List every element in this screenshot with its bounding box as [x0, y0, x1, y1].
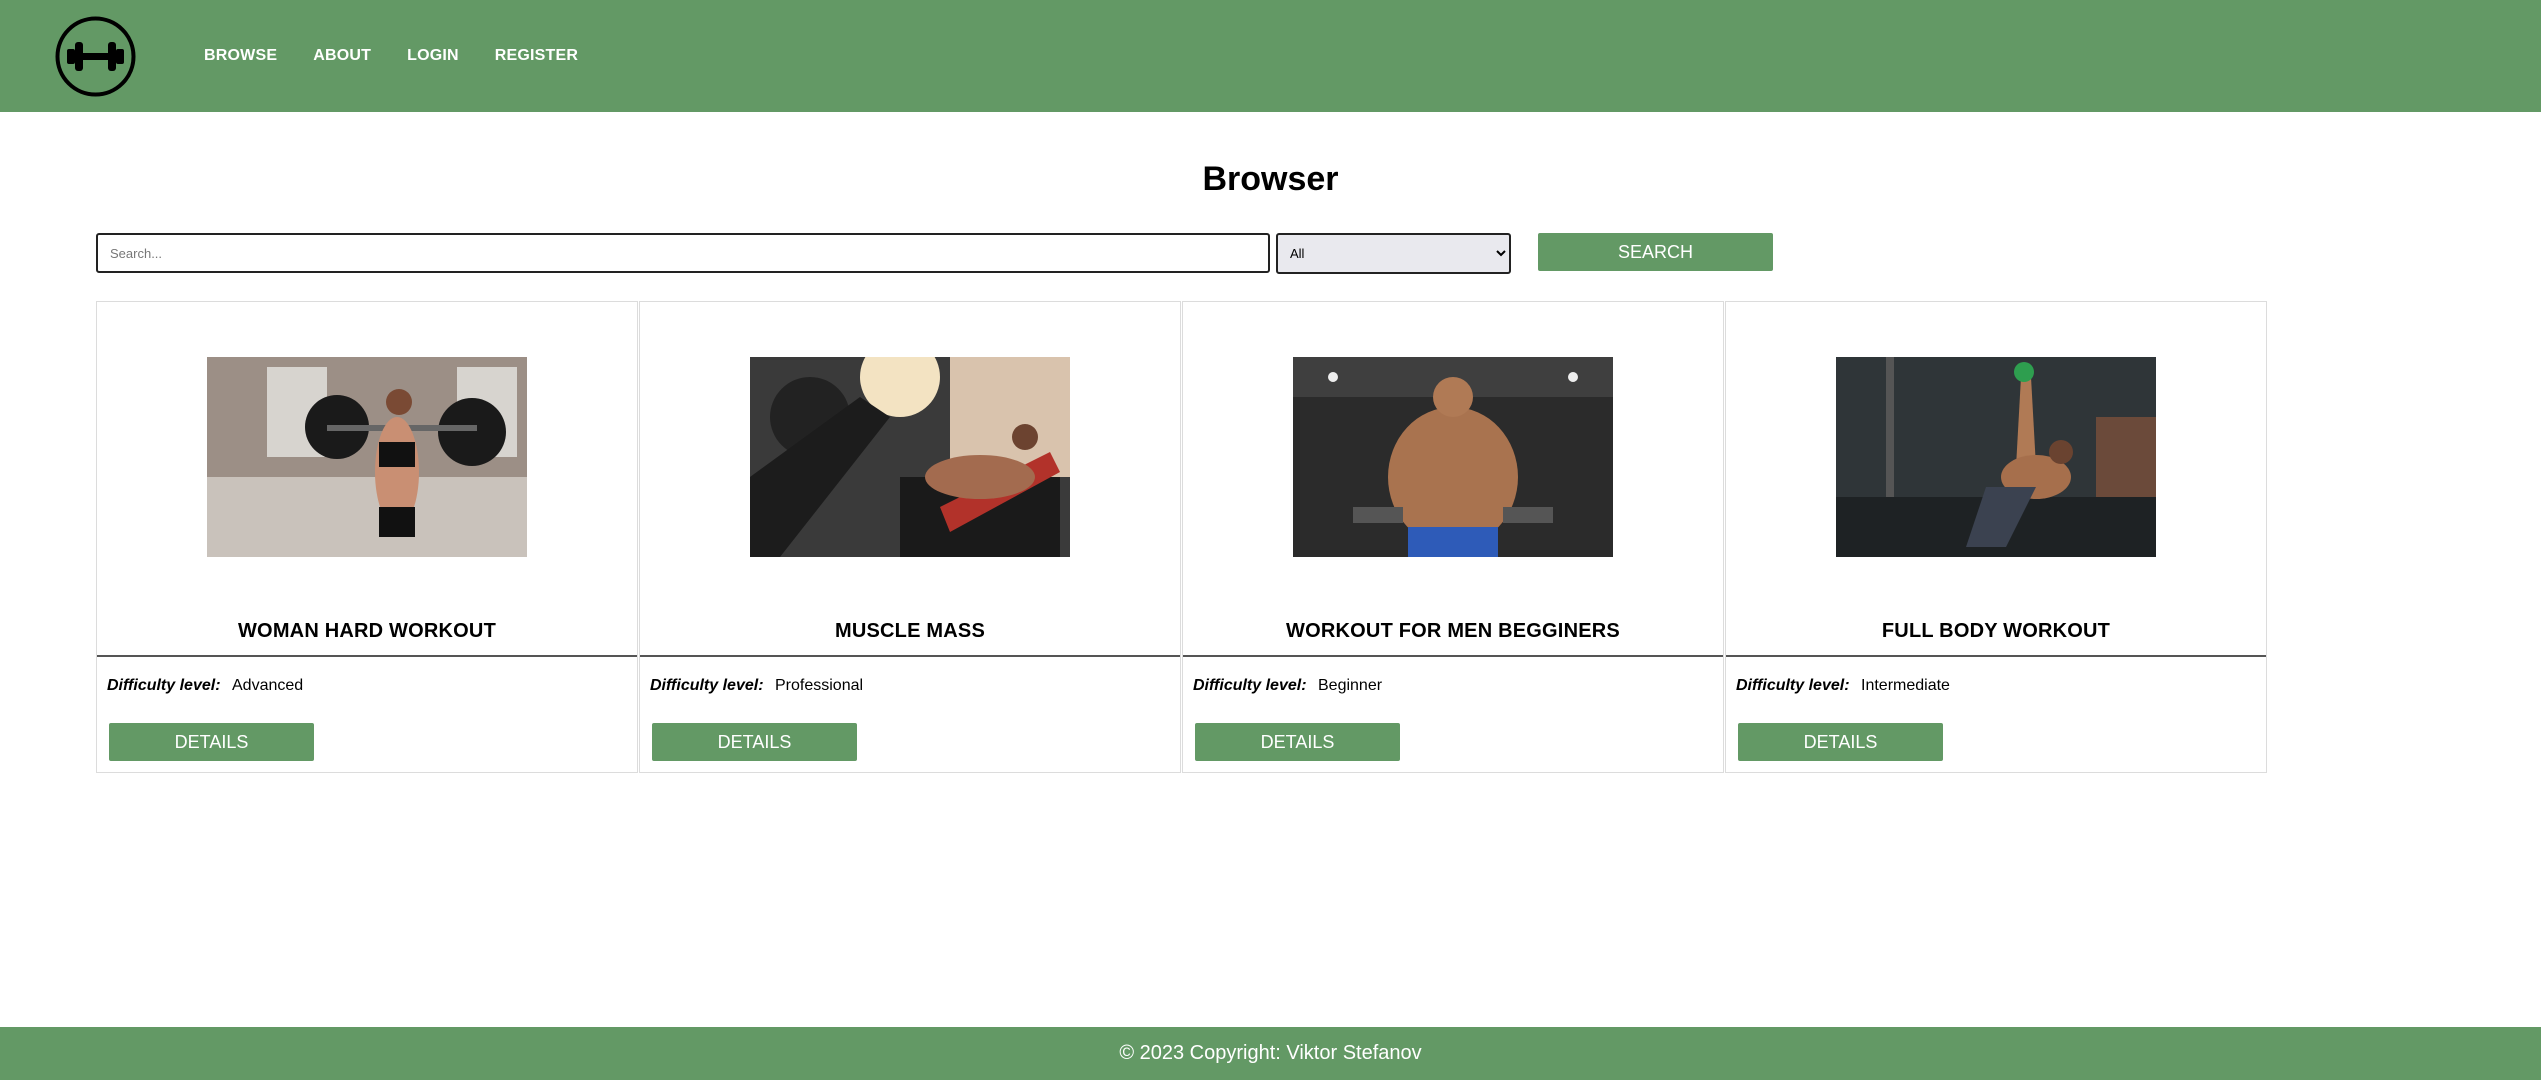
page-title: Browser [1202, 160, 1339, 198]
difficulty-value: Intermediate [1861, 677, 1950, 694]
footer-copyright: © 2023 Copyright: Viktor Stefanov [1119, 1042, 1422, 1064]
nav-login-link[interactable]: LOGIN [407, 47, 459, 65]
workout-image [1293, 357, 1613, 557]
card-title: FULL BODY WORKOUT [1881, 620, 2111, 642]
main-nav: BROWSE ABOUT LOGIN REGISTER [204, 0, 614, 112]
card-title: WORKOUT FOR MEN BEGGINERS [1286, 620, 1620, 642]
details-button[interactable]: DETAILS [652, 723, 857, 761]
workout-image [750, 357, 1070, 557]
difficulty-filter-select[interactable]: All [1276, 233, 1511, 274]
nav-about-link[interactable]: ABOUT [313, 47, 371, 65]
nav-register-link[interactable]: REGISTER [495, 47, 578, 65]
workout-image [1836, 357, 2156, 557]
workout-card: MUSCLE MASS Difficulty level: Profession… [639, 301, 1181, 773]
difficulty-label: Difficulty level: [1736, 677, 1850, 694]
dumbbell-icon[interactable] [55, 16, 136, 97]
workout-card: WORKOUT FOR MEN BEGGINERS Difficulty lev… [1182, 301, 1724, 773]
difficulty-value: Beginner [1318, 677, 1383, 694]
card-divider [640, 655, 1180, 657]
difficulty-value: Advanced [232, 677, 304, 694]
difficulty-label: Difficulty level: [650, 677, 764, 694]
difficulty-label: Difficulty level: [107, 677, 221, 694]
details-button[interactable]: DETAILS [1195, 723, 1400, 761]
search-button[interactable]: SEARCH [1538, 233, 1773, 271]
difficulty-label: Difficulty level: [1193, 677, 1307, 694]
footer: © 2023 Copyright: Viktor Stefanov [0, 1027, 2541, 1080]
workout-card: WOMAN HARD WORKOUT Difficulty level: Adv… [96, 301, 638, 773]
card-divider [97, 655, 637, 657]
workout-card-list: WOMAN HARD WORKOUT Difficulty level: Adv… [96, 301, 2268, 773]
nav-browse-link[interactable]: BROWSE [204, 47, 277, 65]
card-divider [1183, 655, 1723, 657]
workout-image [207, 357, 527, 557]
search-input[interactable] [96, 233, 1270, 273]
workout-card: FULL BODY WORKOUT Difficulty level: Inte… [1725, 301, 2267, 773]
top-navbar: BROWSE ABOUT LOGIN REGISTER [0, 0, 2541, 112]
card-title: WOMAN HARD WORKOUT [237, 620, 496, 642]
details-button[interactable]: DETAILS [109, 723, 314, 761]
card-divider [1726, 655, 2266, 657]
card-title: MUSCLE MASS [835, 620, 985, 642]
details-button[interactable]: DETAILS [1738, 723, 1943, 761]
difficulty-value: Professional [775, 677, 864, 694]
